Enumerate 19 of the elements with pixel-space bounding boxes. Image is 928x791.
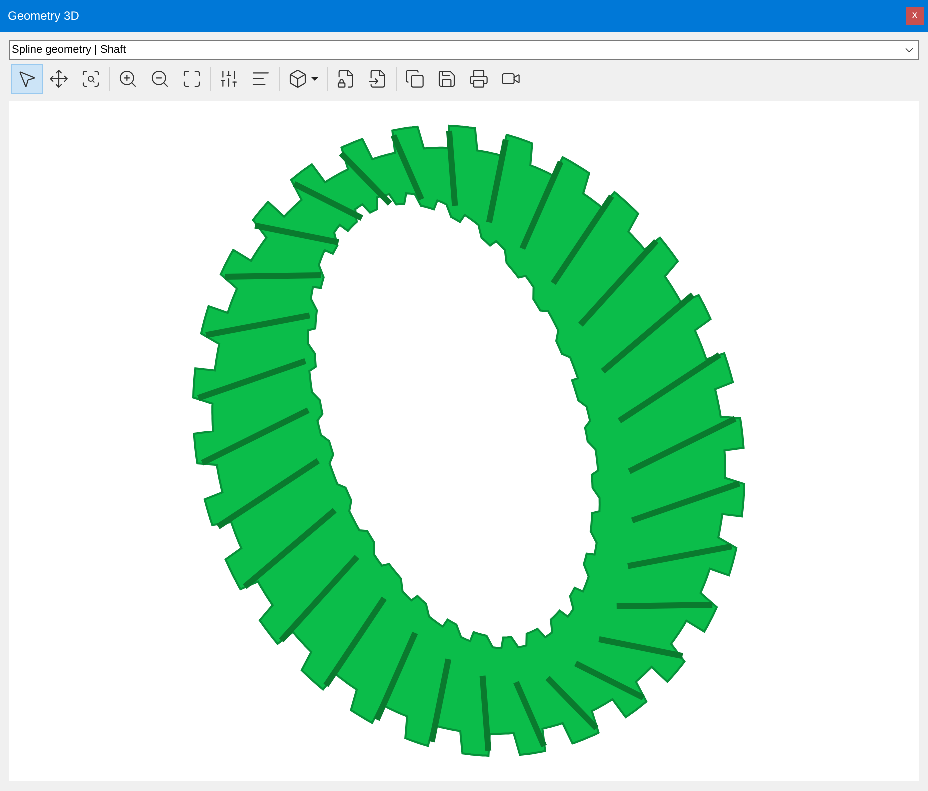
zoom-window-icon (81, 69, 101, 89)
zoom-all-icon (182, 69, 202, 89)
move-icon (49, 69, 69, 89)
cube-icon (288, 69, 308, 89)
save-icon (437, 69, 457, 89)
dropdown-caret-icon (311, 77, 319, 81)
zoom-in-icon (118, 69, 138, 89)
pointer-icon (17, 69, 37, 89)
dropdown-value: Spline geometry | Shaft (12, 42, 126, 58)
document-lock-icon (336, 69, 356, 89)
document-import-icon (368, 69, 388, 89)
print-icon (469, 69, 489, 89)
toolbar-button[interactable] (11, 64, 43, 94)
zoom-out-icon (150, 69, 170, 89)
sliders-icon (219, 69, 239, 89)
close-button[interactable]: x (906, 7, 924, 25)
copy-icon (405, 69, 425, 89)
window-title: Geometry 3D (8, 8, 80, 25)
geometry-dropdown[interactable]: Spline geometry | Shaft (9, 40, 919, 60)
